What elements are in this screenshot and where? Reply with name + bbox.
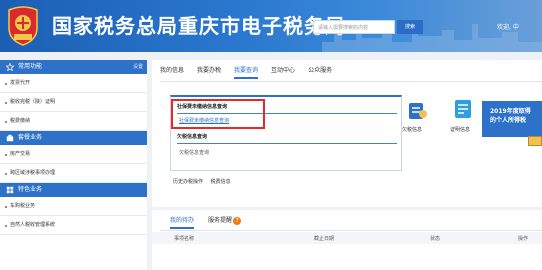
tab-public-service[interactable]: 公众服务 (308, 65, 332, 79)
tab-query[interactable]: 我要查询 (234, 65, 259, 79)
certificate-icon[interactable] (454, 100, 474, 118)
sidebar-item-personal-tax-system[interactable]: 自然人税收管理系统 (0, 216, 147, 235)
quick-link-certificate[interactable]: 证明信息 (450, 126, 470, 133)
tax-bureau-emblem-icon (8, 6, 38, 46)
history-links: 历史办税操作 税费信息 (173, 178, 237, 185)
star-icon (6, 63, 14, 71)
tab-interaction[interactable]: 互动中心 (271, 65, 295, 79)
tab-my-todo[interactable]: 我的待办 (170, 215, 195, 229)
quick-link-owed-tax[interactable]: 欠税信息 (402, 126, 422, 133)
tax-fee-info-link[interactable]: 税费信息 (211, 179, 231, 185)
notification-badge: 7 (233, 216, 242, 225)
sidebar-settings-link[interactable]: 设置 (133, 60, 143, 74)
tab-label: 服务提醒 (208, 217, 233, 224)
promo-banner[interactable]: 2019年度取得 的个人所得税 (482, 101, 542, 137)
owed-tax-query-link[interactable]: 欠税信息查询 (179, 149, 209, 156)
sidebar-item-vehicle-tax[interactable]: 车购税业务 (0, 197, 147, 216)
sidebar-section-common[interactable]: 常用功能 设置 (0, 60, 147, 74)
banner-line2: 的个人所得税 (490, 117, 527, 124)
sidebar-item-invoice[interactable]: 发票代开 (0, 74, 147, 93)
main-tabs: 我的信息 我要办税 我要查询 互动中心 公众服务 (160, 65, 345, 79)
package-icon (6, 134, 14, 142)
site-header: 国家税务总局重庆市电子税务局 请输入需要搜索的内容 搜索 欢迎, 中 (0, 0, 542, 52)
tab-do-tax[interactable]: 我要办税 (197, 65, 221, 79)
sidebar-section-package[interactable]: 套餐业务 (0, 131, 147, 145)
sidebar-item-cross-region[interactable]: 跨区域涉税事项办理 (0, 164, 147, 183)
grid-icon (6, 186, 14, 194)
tab-service-reminder[interactable]: 服务提醒 7 (208, 215, 242, 229)
todo-panel: 我的待办 服务提醒 7 事项名称 截止日期 状态 操作 (152, 210, 542, 270)
todo-divider (160, 230, 542, 231)
banner-tag-icon (528, 136, 542, 146)
search-input[interactable]: 请输入需要搜索的内容 (313, 20, 395, 34)
tab-divider (160, 81, 542, 82)
sidebar-item-tax-certificate[interactable]: 税收完税（陕）证明 (0, 93, 147, 112)
sidebar-section-title: 套餐业务 (18, 134, 43, 141)
sidebar-section-special[interactable]: 特色业务 (0, 183, 147, 197)
todo-tabs: 我的待办 服务提醒 7 (170, 215, 255, 229)
sidebar-section-title: 特色业务 (18, 186, 43, 193)
tab-my-info[interactable]: 我的信息 (160, 65, 184, 79)
tax-document-icon[interactable] (408, 102, 428, 120)
todo-table-header: 事项名称 截止日期 状态 操作 (152, 232, 542, 244)
search-button[interactable]: 搜索 (397, 20, 423, 34)
column-header-deadline: 截止日期 (314, 236, 335, 242)
sidebar-item-property[interactable]: 房产交易 (0, 145, 147, 164)
history-operation-link[interactable]: 历史办税操作 (173, 179, 203, 185)
sidebar-item-tax-payment[interactable]: 税费缴纳 (0, 112, 147, 131)
section-divider (177, 143, 397, 144)
banner-line1: 2019年度取得 (490, 108, 531, 115)
owed-tax-section-title: 欠税信息查询 (177, 134, 208, 140)
sidebar-section-title: 常用功能 (18, 63, 43, 70)
site-title: 国家税务总局重庆市电子税务局 (52, 14, 346, 38)
welcome-text: 欢迎, 中 (497, 24, 519, 31)
column-header-item: 事项名称 (174, 236, 195, 242)
column-header-status: 状态 (430, 236, 441, 242)
column-header-action: 操作 (518, 236, 529, 242)
sidebar: 常用功能 设置 发票代开 税收完税（陕）证明 税费缴纳 套餐业务 房产交易 跨区… (0, 60, 147, 270)
red-highlight-box (171, 99, 265, 129)
